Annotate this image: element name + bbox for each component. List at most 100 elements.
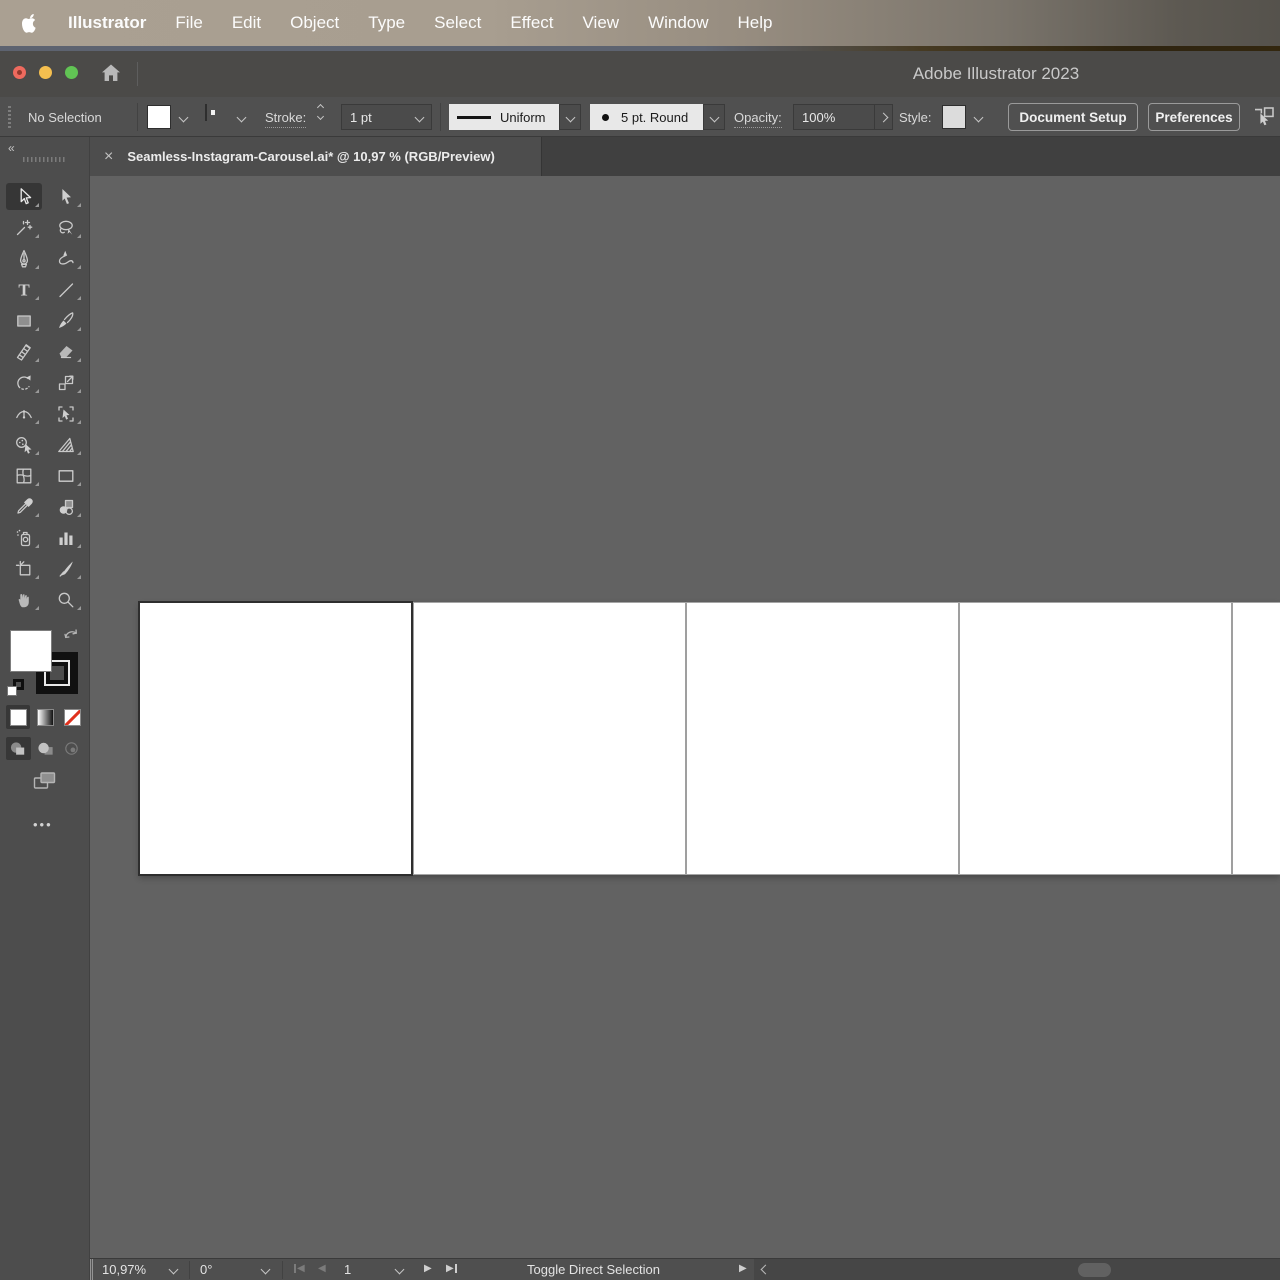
tool-shape-builder[interactable] bbox=[6, 431, 42, 458]
document-tab-title: Seamless-Instagram-Carousel.ai* @ 10,97 … bbox=[127, 149, 495, 164]
tool-hand[interactable] bbox=[6, 586, 42, 613]
document-setup-button[interactable]: Document Setup bbox=[1008, 103, 1138, 131]
menu-object[interactable]: Object bbox=[290, 13, 339, 33]
fill-color-dropdown[interactable] bbox=[173, 105, 193, 129]
menu-window[interactable]: Window bbox=[648, 13, 708, 33]
previous-artboard-button[interactable]: ◀ bbox=[318, 1263, 326, 1274]
color-button[interactable] bbox=[6, 705, 30, 729]
home-icon[interactable] bbox=[98, 60, 124, 86]
menu-view[interactable]: View bbox=[583, 13, 620, 33]
tool-eraser[interactable] bbox=[48, 338, 84, 365]
tool-magic-wand[interactable] bbox=[6, 214, 42, 241]
artboard-number[interactable]: 1 bbox=[344, 1262, 351, 1277]
collapse-panel-button[interactable]: « bbox=[8, 141, 15, 155]
tools-panel-grip[interactable] bbox=[23, 157, 67, 162]
draw-inside-icon[interactable] bbox=[59, 737, 84, 760]
tool-type[interactable] bbox=[6, 276, 42, 303]
tool-direct-selection[interactable] bbox=[48, 183, 84, 210]
tool-width[interactable] bbox=[6, 400, 42, 427]
stroke-label[interactable]: Stroke: bbox=[265, 110, 307, 128]
zoom-level-dropdown[interactable] bbox=[168, 1264, 179, 1275]
menu-select[interactable]: Select bbox=[434, 13, 481, 33]
close-window-button[interactable] bbox=[13, 66, 26, 79]
tool-pen[interactable] bbox=[6, 245, 42, 272]
draw-normal-icon[interactable] bbox=[6, 737, 31, 760]
style-swatch[interactable] bbox=[942, 105, 966, 129]
menu-effect[interactable]: Effect bbox=[510, 13, 553, 33]
minimize-window-button[interactable] bbox=[39, 66, 52, 79]
isolate-selection-icon[interactable] bbox=[1252, 105, 1280, 132]
tool-lasso[interactable] bbox=[48, 214, 84, 241]
tool-column-graph[interactable] bbox=[48, 524, 84, 551]
draw-behind-icon[interactable] bbox=[33, 737, 58, 760]
style-dropdown[interactable] bbox=[968, 105, 988, 129]
artboard-dropdown[interactable] bbox=[394, 1264, 405, 1275]
tool-gradient[interactable] bbox=[48, 462, 84, 489]
rotation-value[interactable]: 0° bbox=[200, 1262, 212, 1277]
first-artboard-button[interactable]: ◀ bbox=[294, 1263, 305, 1274]
none-button[interactable] bbox=[60, 705, 84, 729]
rotation-dropdown[interactable] bbox=[260, 1264, 271, 1275]
close-tab-icon[interactable]: × bbox=[104, 148, 113, 165]
opacity-label[interactable]: Opacity: bbox=[734, 110, 782, 128]
tool-scale[interactable] bbox=[48, 369, 84, 396]
zoom-level-value[interactable]: 10,97% bbox=[102, 1262, 146, 1277]
status-text: Toggle Direct Selection bbox=[527, 1262, 660, 1277]
stroke-weight-field[interactable]: 1 pt bbox=[341, 104, 432, 130]
tool-blend[interactable] bbox=[48, 493, 84, 520]
tool-slice[interactable] bbox=[48, 555, 84, 582]
menu-edit[interactable]: Edit bbox=[232, 13, 261, 33]
tool-mesh[interactable] bbox=[6, 462, 42, 489]
fill-color-swatch[interactable] bbox=[147, 105, 171, 129]
stroke-color-dropdown[interactable] bbox=[231, 105, 251, 129]
tool-shaper[interactable] bbox=[6, 338, 42, 365]
active-artboard-outline[interactable] bbox=[138, 601, 413, 876]
zoom-window-button[interactable] bbox=[65, 66, 78, 79]
tool-paintbrush[interactable] bbox=[48, 307, 84, 334]
tool-artboard[interactable] bbox=[6, 555, 42, 582]
brush-definition-dropdown[interactable]: 5 pt. Round bbox=[590, 104, 703, 130]
apple-menu-icon[interactable] bbox=[22, 13, 39, 33]
opacity-field[interactable]: 100% bbox=[793, 104, 875, 130]
brush-definition-chevron[interactable] bbox=[703, 104, 725, 130]
tool-rotate[interactable] bbox=[6, 369, 42, 396]
tool-symbol-sprayer[interactable] bbox=[6, 524, 42, 551]
swap-fill-stroke-icon[interactable] bbox=[62, 626, 81, 650]
tool-curvature[interactable] bbox=[48, 245, 84, 272]
stroke-weight-stepper[interactable] bbox=[316, 103, 325, 121]
change-screen-mode-icon[interactable] bbox=[32, 770, 58, 797]
tool-line-segment[interactable] bbox=[48, 276, 84, 303]
preferences-button[interactable]: Preferences bbox=[1148, 103, 1240, 131]
stroke-color-swatch[interactable] bbox=[205, 104, 215, 121]
status-expand-button[interactable]: ▶ bbox=[739, 1263, 747, 1274]
document-tab[interactable]: × Seamless-Instagram-Carousel.ai* @ 10,9… bbox=[90, 137, 542, 176]
tool-perspective-grid[interactable] bbox=[48, 431, 84, 458]
control-bar-grip[interactable] bbox=[8, 106, 11, 128]
tool-rectangle[interactable] bbox=[6, 307, 42, 334]
width-profile-value: Uniform bbox=[500, 109, 546, 125]
gradient-button[interactable] bbox=[33, 705, 57, 729]
menu-file[interactable]: File bbox=[175, 13, 202, 33]
default-fill-stroke-icon[interactable] bbox=[6, 678, 26, 698]
opacity-expand-button[interactable] bbox=[874, 104, 893, 130]
horizontal-scrollbar[interactable] bbox=[754, 1259, 1280, 1280]
scroll-left-icon[interactable] bbox=[760, 1264, 771, 1275]
menu-help[interactable]: Help bbox=[738, 13, 773, 33]
width-profile-chevron[interactable] bbox=[559, 104, 581, 130]
tool-free-transform[interactable] bbox=[48, 400, 84, 427]
menu-type[interactable]: Type bbox=[368, 13, 405, 33]
chevron-down-icon[interactable] bbox=[414, 112, 425, 122]
next-artboard-button[interactable]: ▶ bbox=[424, 1263, 432, 1274]
style-label: Style: bbox=[899, 110, 932, 125]
width-profile-dropdown[interactable]: Uniform bbox=[449, 104, 559, 130]
tool-eyedropper[interactable] bbox=[6, 493, 42, 520]
status-bar: 10,97% 0° ◀ ◀ 1 ▶ ▶ Toggle Direct Select… bbox=[90, 1258, 1280, 1280]
titlebar-divider bbox=[137, 62, 138, 86]
menu-illustrator[interactable]: Illustrator bbox=[68, 13, 146, 33]
edit-toolbar-button[interactable]: ••• bbox=[33, 817, 53, 832]
scrollbar-thumb[interactable] bbox=[1078, 1263, 1111, 1277]
tool-selection[interactable] bbox=[6, 183, 42, 210]
fill-color-proxy[interactable] bbox=[10, 630, 52, 672]
tool-zoom[interactable] bbox=[48, 586, 84, 613]
last-artboard-button[interactable]: ▶ bbox=[446, 1263, 457, 1274]
